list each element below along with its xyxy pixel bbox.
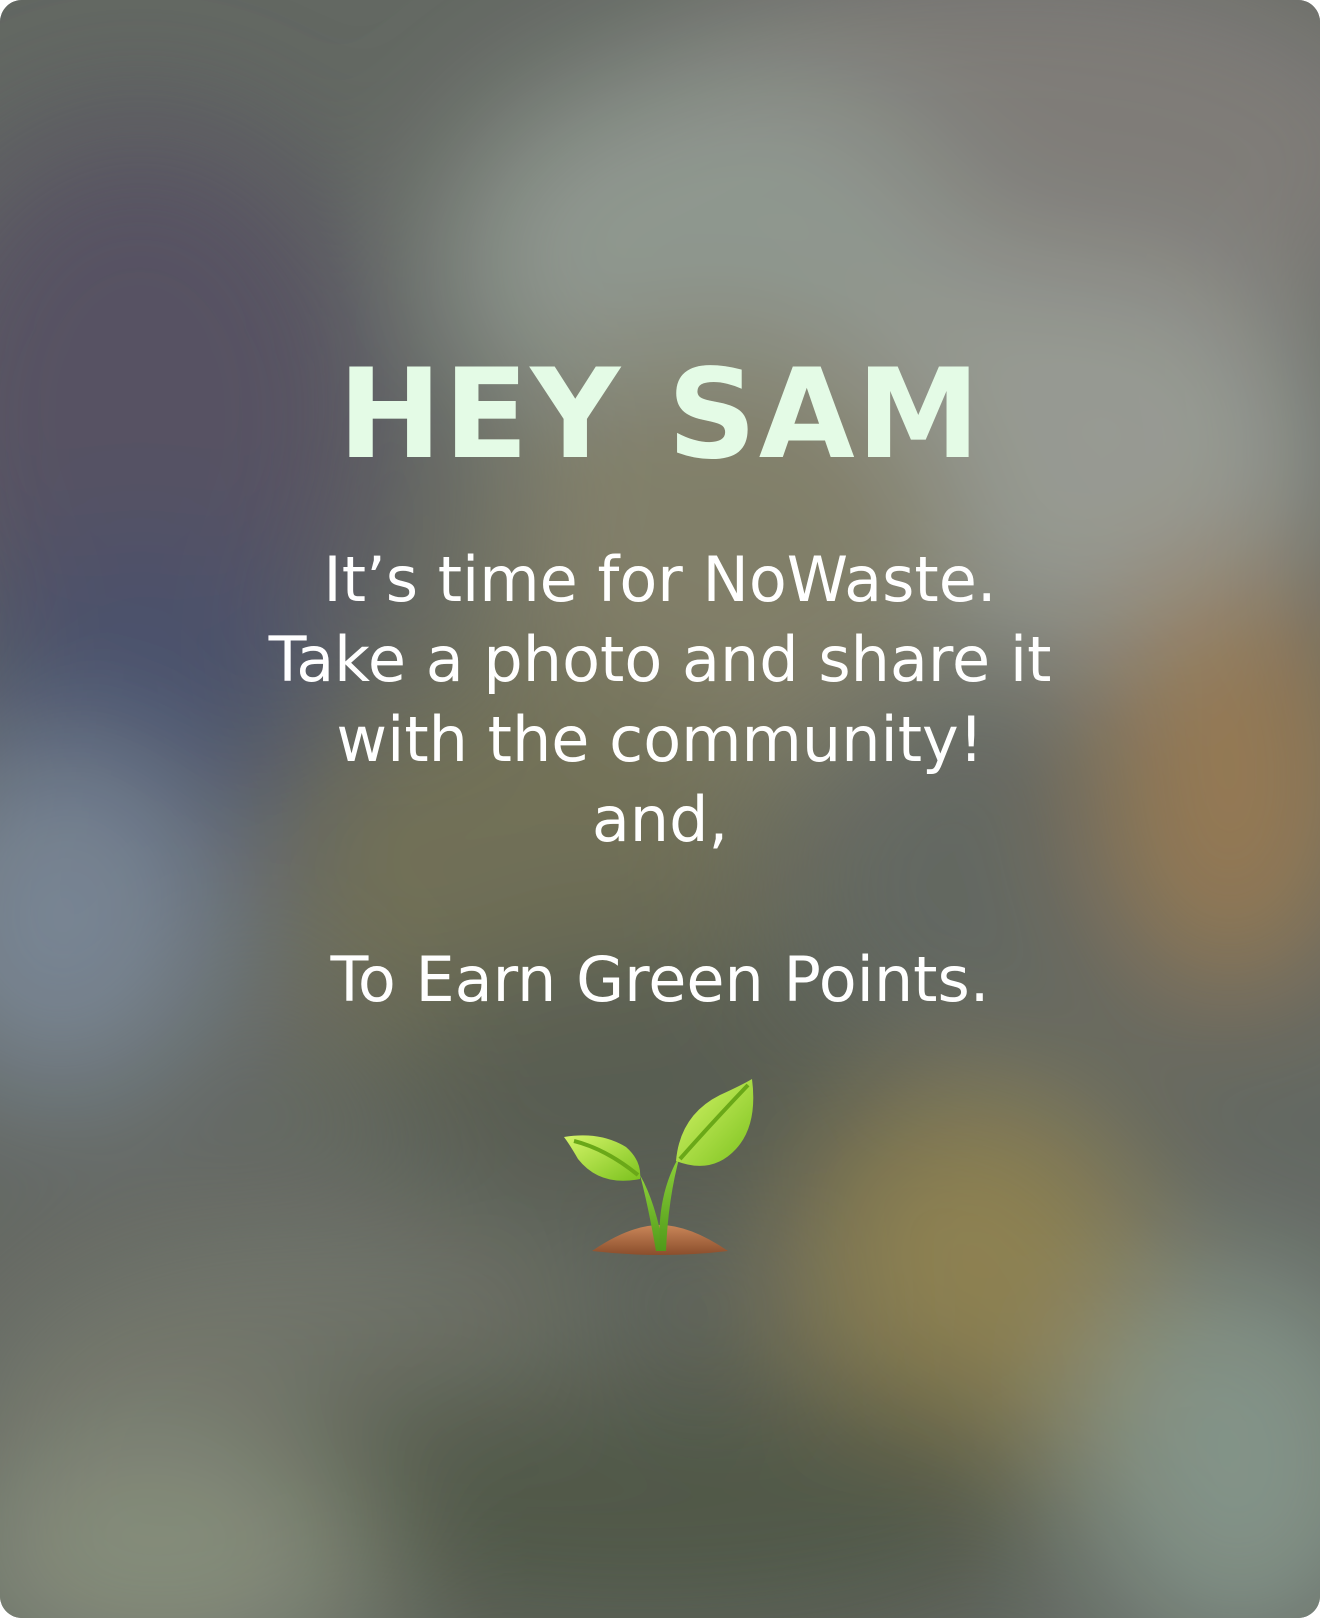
message-spacer <box>0 860 1320 940</box>
message-line-1: It’s time for NoWaste. <box>323 543 997 616</box>
message-line-5: To Earn Green Points. <box>330 943 990 1016</box>
message-line-3: with the community! <box>336 703 984 776</box>
seedling-icon <box>560 1075 760 1265</box>
message-line-2: Take a photo and share it <box>268 623 1052 696</box>
reminder-card: HEY SAM It’s time for NoWaste. Take a ph… <box>0 0 1320 1618</box>
reminder-message: It’s time for NoWaste. Take a photo and … <box>0 540 1320 1020</box>
greeting-heading: HEY SAM <box>337 343 983 487</box>
message-line-4: and, <box>591 783 729 856</box>
card-content: HEY SAM It’s time for NoWaste. Take a ph… <box>0 0 1320 1618</box>
